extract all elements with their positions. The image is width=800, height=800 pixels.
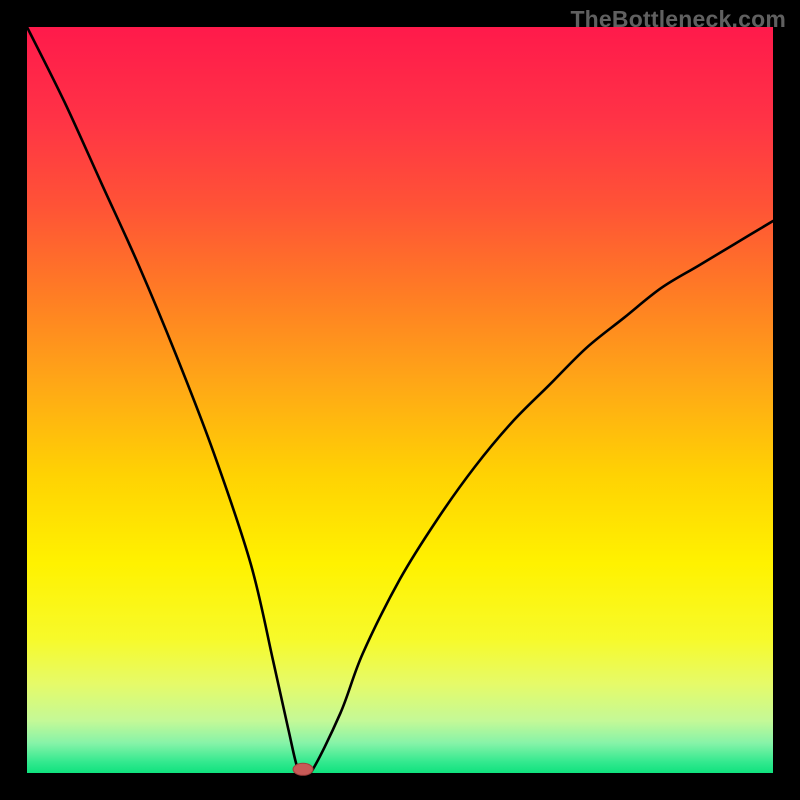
chart-frame: TheBottleneck.com — [0, 0, 800, 800]
watermark-text: TheBottleneck.com — [570, 6, 786, 33]
bottleneck-chart — [0, 0, 800, 800]
optimal-point-marker — [293, 763, 313, 775]
plot-background — [27, 27, 773, 773]
